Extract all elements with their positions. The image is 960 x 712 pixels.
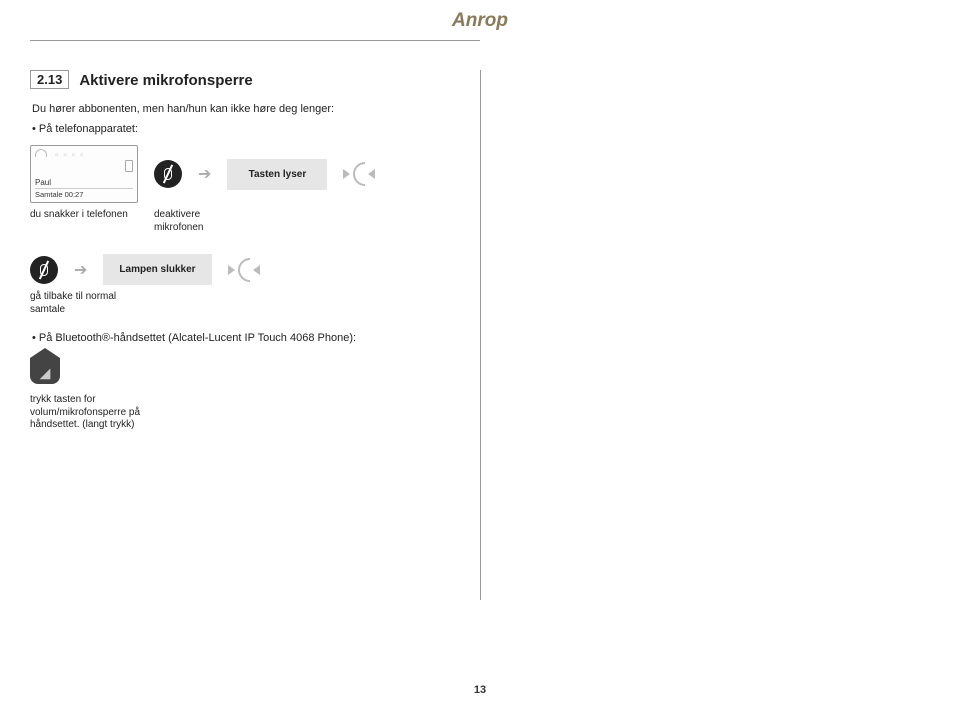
right-column xyxy=(480,70,930,600)
caption-screen: du snakker i telefonen xyxy=(30,209,138,222)
bullet-device: • På telefonapparatet: xyxy=(32,123,462,135)
title-underline xyxy=(30,40,930,60)
arrow-icon: ➔ xyxy=(74,260,87,280)
phone-screen-icon: ▫ ▫ ▫ ▫ Paul Samtale 00:27 xyxy=(30,145,138,203)
caption-bt-press: trykk tasten for volum/mikrofonsperre på… xyxy=(30,394,170,432)
bt-row: ◢ xyxy=(30,358,462,384)
section-number: 2.13 xyxy=(30,70,69,89)
status-box-slukker: Lampen slukker xyxy=(103,254,211,285)
caption-deactivate: deaktivere mikrofonen xyxy=(154,209,214,234)
step-row-1: ▫ ▫ ▫ ▫ Paul Samtale 00:27 ➔ Tasten lyse… xyxy=(30,145,462,203)
left-column: 2.13 Aktivere mikrofonsperre Du hører ab… xyxy=(30,70,480,600)
mute-icon xyxy=(30,256,58,284)
bullet-headset: • På Bluetooth®-håndsettet (Alcatel-Luce… xyxy=(32,332,462,344)
page-number: 13 xyxy=(474,684,486,696)
section-title: Aktivere mikrofonsperre xyxy=(79,72,252,89)
step-row-2: ➔ Lampen slukker xyxy=(30,254,462,285)
arrow-icon: ➔ xyxy=(198,164,211,184)
bluetooth-handset-icon: ◢ xyxy=(30,358,60,384)
handset-gesture-icon xyxy=(343,162,375,186)
mute-icon xyxy=(154,160,182,188)
phone-call-status: Samtale 00:27 xyxy=(35,188,133,199)
phone-caller-name: Paul xyxy=(35,178,133,187)
section-intro: Du hører abbonenten, men han/hun kan ikk… xyxy=(32,103,462,115)
caption-return-normal: gå tilbake til normal samtale xyxy=(30,291,150,316)
section-head: 2.13 Aktivere mikrofonsperre xyxy=(30,70,462,89)
status-box-lyser: Tasten lyser xyxy=(227,159,327,190)
page-title: Anrop xyxy=(452,10,508,31)
handset-gesture-icon xyxy=(228,258,260,282)
